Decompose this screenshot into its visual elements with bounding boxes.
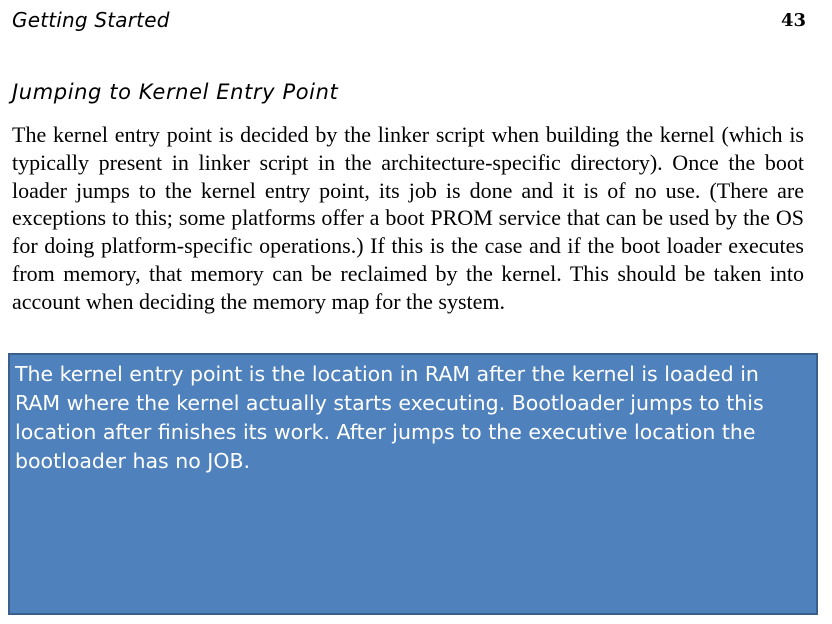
body-paragraph: The kernel entry point is decided by the… [12, 122, 804, 314]
section-heading: Jumping to Kernel Entry Point [12, 80, 339, 104]
annotation-box[interactable]: The kernel entry point is the location i… [8, 353, 818, 615]
annotation-text[interactable]: The kernel entry point is the location i… [15, 360, 805, 476]
running-title: Getting Started [12, 8, 170, 32]
page-number: 43 [780, 10, 806, 31]
running-header: Getting Started 43 [12, 8, 806, 34]
